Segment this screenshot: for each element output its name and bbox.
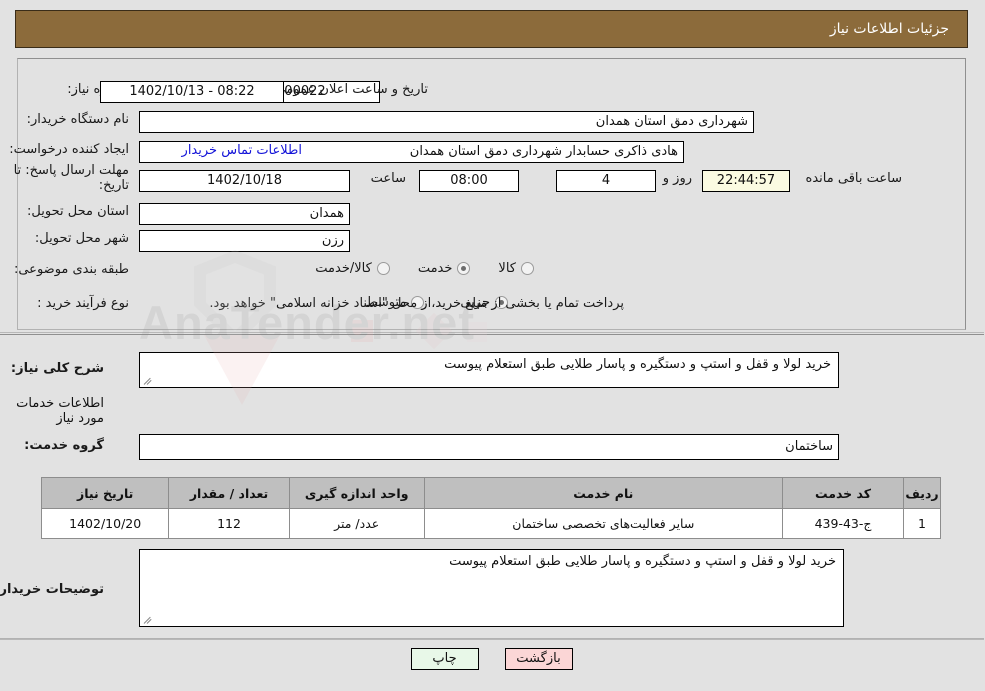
announce-datetime-label: تاریخ و ساعت اعلان عمومی:: [272, 82, 429, 97]
column-header-unit: واحد اندازه گیری: [289, 477, 426, 509]
remaining-time-value: 22:44:57: [703, 170, 791, 192]
province-value: همدان: [140, 203, 351, 225]
service-group-value[interactable]: ساختمان: [140, 434, 840, 460]
general-desc-textarea[interactable]: خرید لولا و قفل و استپ و دستگیره و پاسار…: [140, 352, 840, 388]
category-option-label: کالا: [499, 261, 517, 276]
cell-name: سایر فعالیت‌های تخصصی ساختمان: [424, 508, 785, 539]
deadline-label: مهلت ارسال پاسخ: تا تاریخ:: [14, 163, 130, 193]
cell-qty: 112: [169, 508, 291, 539]
services-section-title: اطلاعات خدمات مورد نیاز: [17, 396, 105, 426]
column-header-name: نام خدمت: [424, 477, 785, 509]
process-label: نوع فرآیند خرید :: [38, 296, 130, 311]
general-desc-label: شرح کلی نیاز:: [11, 361, 105, 376]
category-option-kala-khedmat[interactable]: کالا/خدمت: [316, 261, 391, 276]
buyer-notes-value: خرید لولا و قفل و استپ و دستگیره و پاسار…: [450, 554, 837, 569]
resize-grip-icon[interactable]: [144, 376, 154, 386]
buyer-notes-label: توضیحات خریدار:: [0, 582, 105, 597]
back-button[interactable]: بازگشت: [505, 648, 574, 670]
category-option-khedmat[interactable]: خدمت: [419, 261, 472, 276]
radio-icon[interactable]: [458, 262, 472, 275]
category-label: طبقه بندی موضوعی:: [14, 262, 130, 277]
announce-datetime-value: 08:22 - 1402/10/13: [101, 81, 285, 103]
action-button-bar: بازگشت چاپ: [0, 648, 985, 670]
column-header-code: کد خدمت: [782, 477, 906, 509]
cell-code: ج-43-439: [782, 508, 906, 539]
buyer-org-value: شهرداری دمق استان همدان: [140, 111, 755, 133]
services-table: ردیف کد خدمت نام خدمت واحد اندازه گیری ت…: [41, 477, 942, 539]
requester-label: ایجاد کننده درخواست:: [10, 142, 130, 157]
city-value: رزن: [140, 230, 351, 252]
table-header-row: ردیف کد خدمت نام خدمت واحد اندازه گیری ت…: [41, 477, 942, 509]
cell-date: 1402/10/20: [41, 508, 171, 539]
column-header-radif: ردیف: [904, 477, 942, 509]
page-header-bar: جزئیات اطلاعات نیاز: [16, 10, 969, 48]
buyer-contact-link[interactable]: اطلاعات تماس خریدار: [183, 143, 303, 158]
buyer-org-label: نام دستگاه خریدار:: [27, 112, 130, 127]
payment-note: پرداخت تمام یا بخشی از مبلغ خرید،از محل …: [210, 296, 625, 311]
radio-icon[interactable]: [522, 262, 535, 275]
deadline-hour-value: 08:00: [420, 170, 520, 192]
city-label: شهر محل تحویل:: [35, 231, 130, 246]
deadline-hour-label: ساعت: [371, 171, 407, 186]
category-option-label: خدمت: [418, 261, 454, 276]
column-header-date: تاریخ نیاز: [41, 477, 171, 509]
province-label: استان محل تحویل:: [28, 204, 130, 219]
divider-bottom: [0, 639, 985, 640]
service-group-label: گروه خدمت:: [25, 438, 105, 453]
category-option-label: کالا/خدمت: [316, 261, 373, 276]
category-option-kala[interactable]: کالا: [499, 261, 535, 276]
general-desc-value: خرید لولا و قفل و استپ و دستگیره و پاسار…: [445, 357, 832, 372]
remaining-days-value: 4: [557, 170, 657, 192]
category-radio-group: کالا خدمت کالا/خدمت: [316, 261, 535, 276]
radio-icon[interactable]: [377, 262, 391, 275]
remaining-time-label: ساعت باقی مانده: [806, 171, 903, 186]
cell-radif: 1: [904, 508, 942, 539]
buyer-notes-textarea[interactable]: خرید لولا و قفل و استپ و دستگیره و پاسار…: [140, 549, 845, 627]
remaining-days-label: روز و: [663, 171, 693, 186]
print-button[interactable]: چاپ: [411, 648, 480, 670]
resize-grip-icon[interactable]: [144, 615, 154, 625]
cell-unit: عدد/ متر: [289, 508, 426, 539]
table-row: 1 ج-43-439 سایر فعالیت‌های تخصصی ساختمان…: [41, 508, 942, 539]
deadline-date-value: 1402/10/18: [140, 170, 351, 192]
divider-top: [0, 332, 985, 333]
page-title: جزئیات اطلاعات نیاز: [830, 21, 950, 37]
column-header-qty: تعداد / مقدار: [169, 477, 291, 509]
